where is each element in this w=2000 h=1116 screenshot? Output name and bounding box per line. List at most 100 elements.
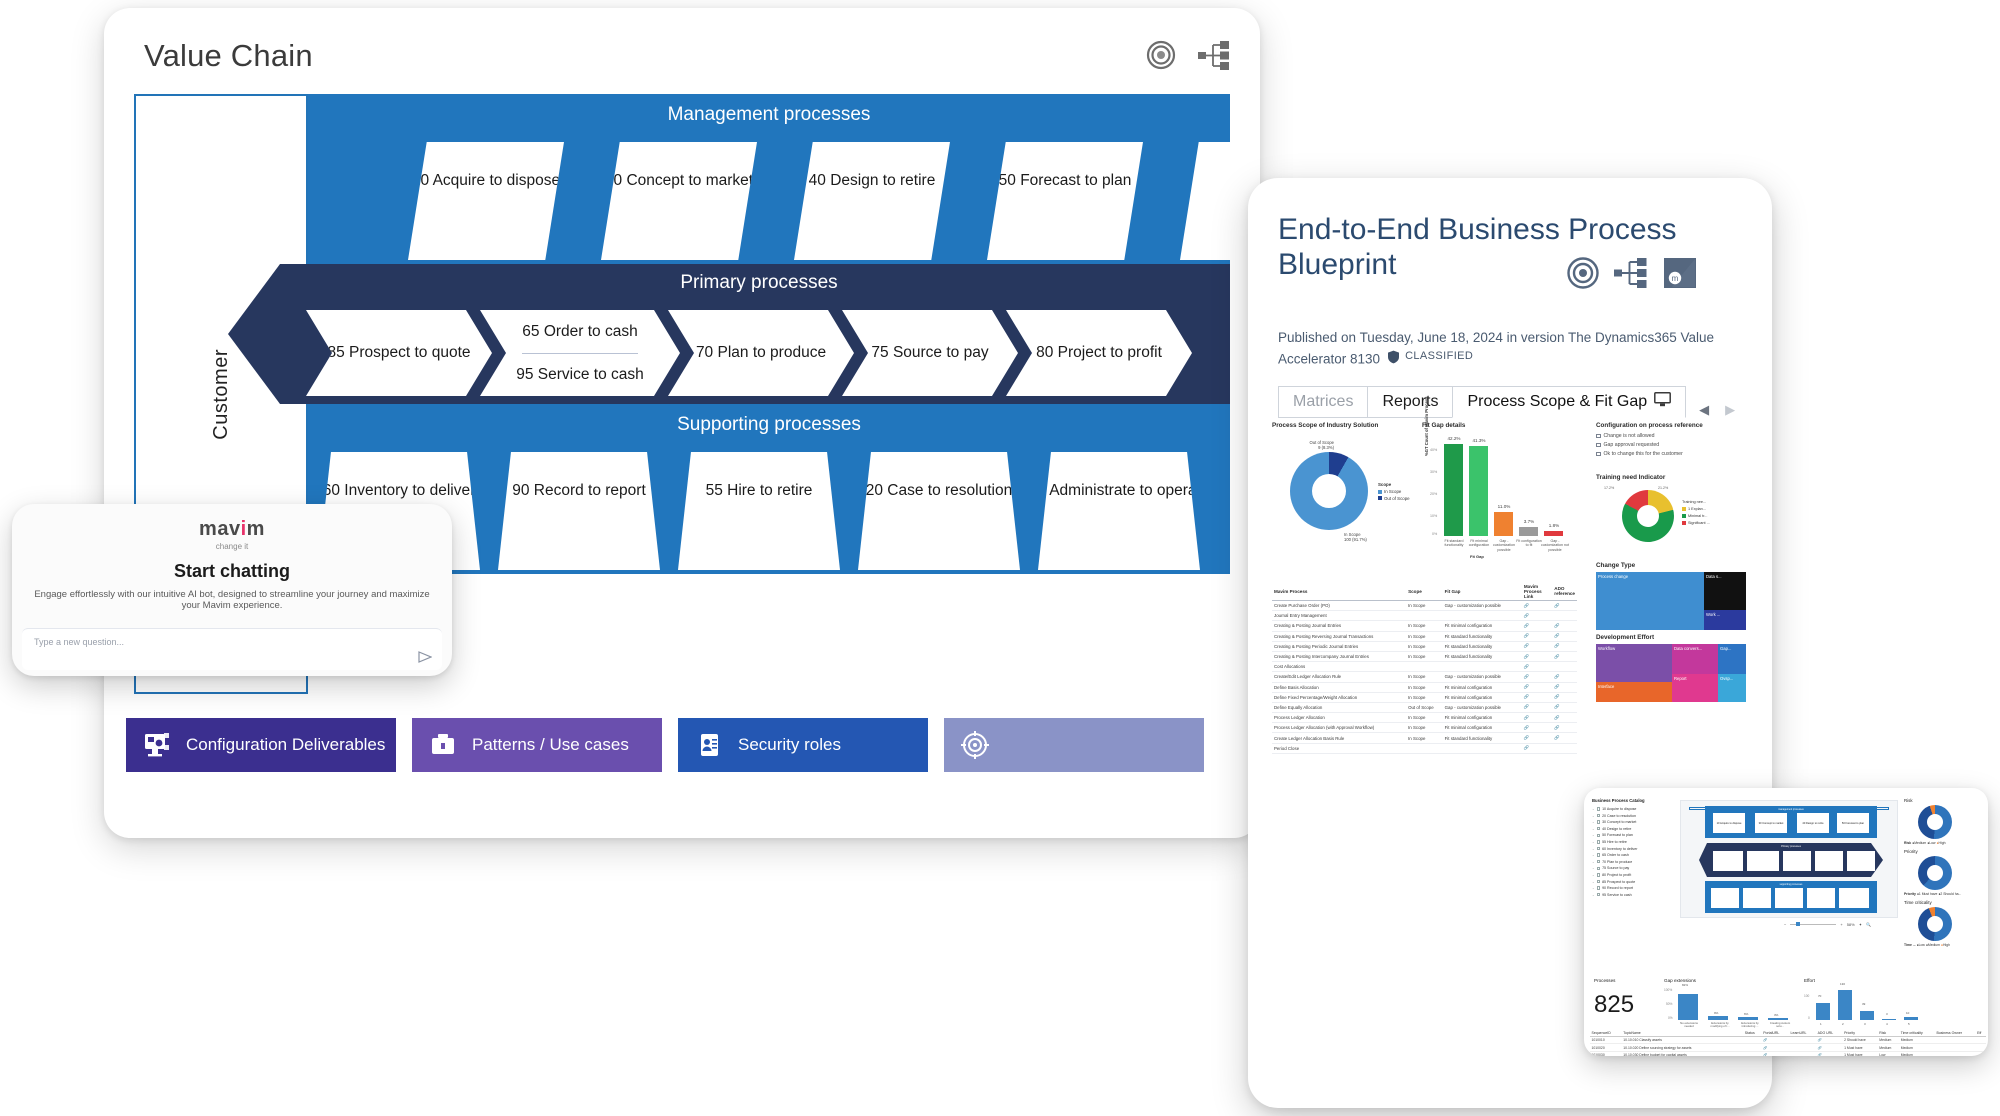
- checkbox-icon[interactable]: [1596, 860, 1601, 864]
- cell-link[interactable]: [1552, 743, 1577, 754]
- table-row[interactable]: Creating & Posting Intercompany Journal …: [1272, 651, 1577, 663]
- tab-prev-button[interactable]: ◀: [1699, 402, 1709, 418]
- chevron-down-icon[interactable]: ⌄: [1592, 886, 1595, 890]
- checkbox-icon[interactable]: [1596, 866, 1601, 871]
- process-chevron-primary-3[interactable]: 70 Plan to produce: [668, 310, 854, 396]
- chat-input-wrapper[interactable]: Type a new question...: [22, 628, 442, 670]
- table-row[interactable]: 1010010 10.10.010 Classify assets 🔗 🔗 2 Shou…: [1590, 1036, 1986, 1045]
- cell-link[interactable]: 🔗: [1552, 712, 1577, 724]
- chevron-down-icon[interactable]: ⌄: [1592, 814, 1595, 818]
- table-row[interactable]: Create Purchase Order (PO) In Scope Gap - …: [1272, 600, 1577, 612]
- cell-link[interactable]: 🔗: [1521, 631, 1553, 642]
- table-row[interactable]: Cost Allocations 🔗: [1272, 661, 1577, 673]
- catalog-item[interactable]: ⌄ 30 Concept to market: [1592, 820, 1670, 824]
- table-row[interactable]: Process Ledger Allocation (with Approval…: [1272, 722, 1577, 734]
- table-row[interactable]: 1010020 10.10.020 Define sourcing strateg…: [1590, 1043, 1986, 1052]
- zoom-slider[interactable]: [1790, 922, 1837, 926]
- table-row[interactable]: Create/Edit Ledger Allocation Rule In Sco…: [1272, 671, 1577, 683]
- link-icon[interactable]: 🔗: [1554, 704, 1559, 709]
- table-row[interactable]: Create Ledger Allocation Basis Rule In Sc…: [1272, 732, 1577, 744]
- checkbox-icon[interactable]: [1596, 840, 1601, 844]
- link-icon[interactable]: 🔗: [1554, 643, 1559, 648]
- chevron-down-icon[interactable]: ⌄: [1592, 820, 1595, 824]
- cell-link[interactable]: 🔗: [1552, 692, 1577, 703]
- table-row[interactable]: Process Ledger Allocation In Scope Fit min…: [1272, 712, 1577, 724]
- process-card-supporting-5[interactable]: 99 Administrate to operate: [1038, 452, 1200, 570]
- send-icon[interactable]: [418, 651, 433, 666]
- process-card-supporting-3[interactable]: 55 Hire to retire: [678, 452, 840, 570]
- link-icon[interactable]: 🔗: [1524, 623, 1529, 628]
- catalog-item[interactable]: ⌄ 75 Source to pay: [1592, 866, 1670, 870]
- table-row[interactable]: Creating & Posting Reversing Journal Tra…: [1272, 631, 1577, 642]
- chevron-down-icon[interactable]: ⌄: [1592, 833, 1595, 837]
- target-icon[interactable]: [1566, 256, 1600, 295]
- catalog-item[interactable]: ⌄ 50 Forecast to plan: [1592, 833, 1670, 837]
- cell-link[interactable]: 🔗: [1521, 671, 1553, 683]
- tab-matrices[interactable]: Matrices: [1278, 386, 1369, 418]
- cell-link[interactable]: 🔗: [1552, 671, 1577, 683]
- process-card-management-5[interactable]: [1180, 142, 1244, 260]
- chevron-down-icon[interactable]: ⌄: [1592, 807, 1595, 811]
- chevron-down-icon[interactable]: ⌄: [1592, 866, 1595, 870]
- link-icon[interactable]: 🔗: [1554, 623, 1559, 628]
- chevron-down-icon[interactable]: ⌄: [1592, 893, 1595, 897]
- cell-link[interactable]: 🔗: [1552, 600, 1577, 612]
- link-icon[interactable]: 🔗: [1554, 694, 1559, 699]
- table-row[interactable]: 1010030 10.10.030 Define budget for capit…: [1590, 1051, 1986, 1056]
- zoom-out-icon[interactable]: −: [1784, 922, 1786, 927]
- checkbox-row-0[interactable]: Change is not allowed: [1596, 433, 1746, 439]
- chevron-down-icon[interactable]: ⌄: [1592, 853, 1595, 857]
- mavim-logo-icon[interactable]: m: [1662, 256, 1698, 295]
- cell-link[interactable]: 🔗: [1521, 651, 1553, 663]
- catalog-item[interactable]: ⌄ 70 Plan to produce: [1592, 860, 1670, 864]
- link-icon[interactable]: 🔗: [1554, 674, 1559, 679]
- link-icon[interactable]: 🔗: [1554, 633, 1559, 638]
- cta-configuration-deliverables[interactable]: Configuration Deliverables: [126, 718, 396, 772]
- table-row[interactable]: Creating & Posting Periodic Journal Entr…: [1272, 641, 1577, 652]
- chevron-down-icon[interactable]: ⌄: [1592, 873, 1595, 877]
- chevron-down-icon[interactable]: ⌄: [1592, 880, 1595, 884]
- cell-link[interactable]: 🔗: [1552, 732, 1577, 744]
- cell-link[interactable]: 🔗: [1521, 692, 1553, 703]
- table-row[interactable]: Define Basis Allocation In Scope Fit minim…: [1272, 682, 1577, 693]
- link-icon[interactable]: 🔗: [1524, 633, 1529, 638]
- cta-patterns-use-cases[interactable]: Patterns / Use cases: [412, 718, 662, 772]
- checkbox-row-1[interactable]: Gap approval requested: [1596, 442, 1746, 448]
- process-card-management-3[interactable]: 40 Design to retire: [794, 142, 950, 260]
- table-row[interactable]: Period Close 🔗: [1272, 743, 1577, 754]
- link-icon[interactable]: 🔗: [1818, 1038, 1822, 1042]
- table-row[interactable]: Journal Entry Management 🔗: [1272, 610, 1577, 622]
- tab-next-button[interactable]: ▶: [1725, 402, 1735, 418]
- cell-link[interactable]: 🔗: [1552, 682, 1577, 693]
- checkbox-icon[interactable]: [1596, 873, 1601, 877]
- checkbox-icon[interactable]: [1596, 827, 1601, 831]
- link-icon[interactable]: 🔗: [1818, 1053, 1822, 1056]
- link-icon[interactable]: 🔗: [1763, 1038, 1767, 1042]
- checkbox-icon[interactable]: [1596, 433, 1601, 439]
- cell-link[interactable]: 🔗: [1521, 743, 1553, 754]
- checkbox-icon[interactable]: [1596, 820, 1601, 824]
- process-card-management-1[interactable]: 10 Acquire to dispose: [408, 142, 564, 260]
- link-icon[interactable]: 🔗: [1554, 603, 1559, 608]
- process-card-management-2[interactable]: 30 Concept to market: [601, 142, 757, 260]
- fit-icon[interactable]: ✦: [1859, 922, 1862, 927]
- hierarchy-icon[interactable]: [1198, 40, 1230, 75]
- catalog-item[interactable]: ⌄ 20 Case to resolution: [1592, 814, 1670, 818]
- tab-process-scope-fit-gap[interactable]: Process Scope & Fit Gap: [1452, 386, 1687, 418]
- cta-security-roles[interactable]: Security roles: [678, 718, 928, 772]
- catalog-item[interactable]: ⌄ 40 Design to retire: [1592, 827, 1670, 831]
- cell-link[interactable]: 🔗: [1552, 620, 1577, 632]
- cell-link[interactable]: 🔗: [1552, 722, 1577, 734]
- link-icon[interactable]: 🔗: [1524, 674, 1529, 679]
- link-icon[interactable]: 🔗: [1554, 715, 1559, 720]
- checkbox-icon[interactable]: [1596, 451, 1601, 457]
- checkbox-row-2[interactable]: Ok to change this for the customer: [1596, 451, 1746, 457]
- process-card-supporting-4[interactable]: 20 Case to resolution: [858, 452, 1020, 570]
- cell-link[interactable]: 🔗: [1521, 712, 1553, 724]
- cell-link[interactable]: 🔗: [1521, 641, 1553, 652]
- link-icon[interactable]: 🔗: [1524, 654, 1529, 659]
- chevron-down-icon[interactable]: ⌄: [1592, 847, 1595, 851]
- tab-reports[interactable]: Reports: [1367, 386, 1454, 418]
- link-icon[interactable]: 🔗: [1554, 735, 1559, 740]
- chevron-down-icon[interactable]: ⌄: [1592, 840, 1595, 844]
